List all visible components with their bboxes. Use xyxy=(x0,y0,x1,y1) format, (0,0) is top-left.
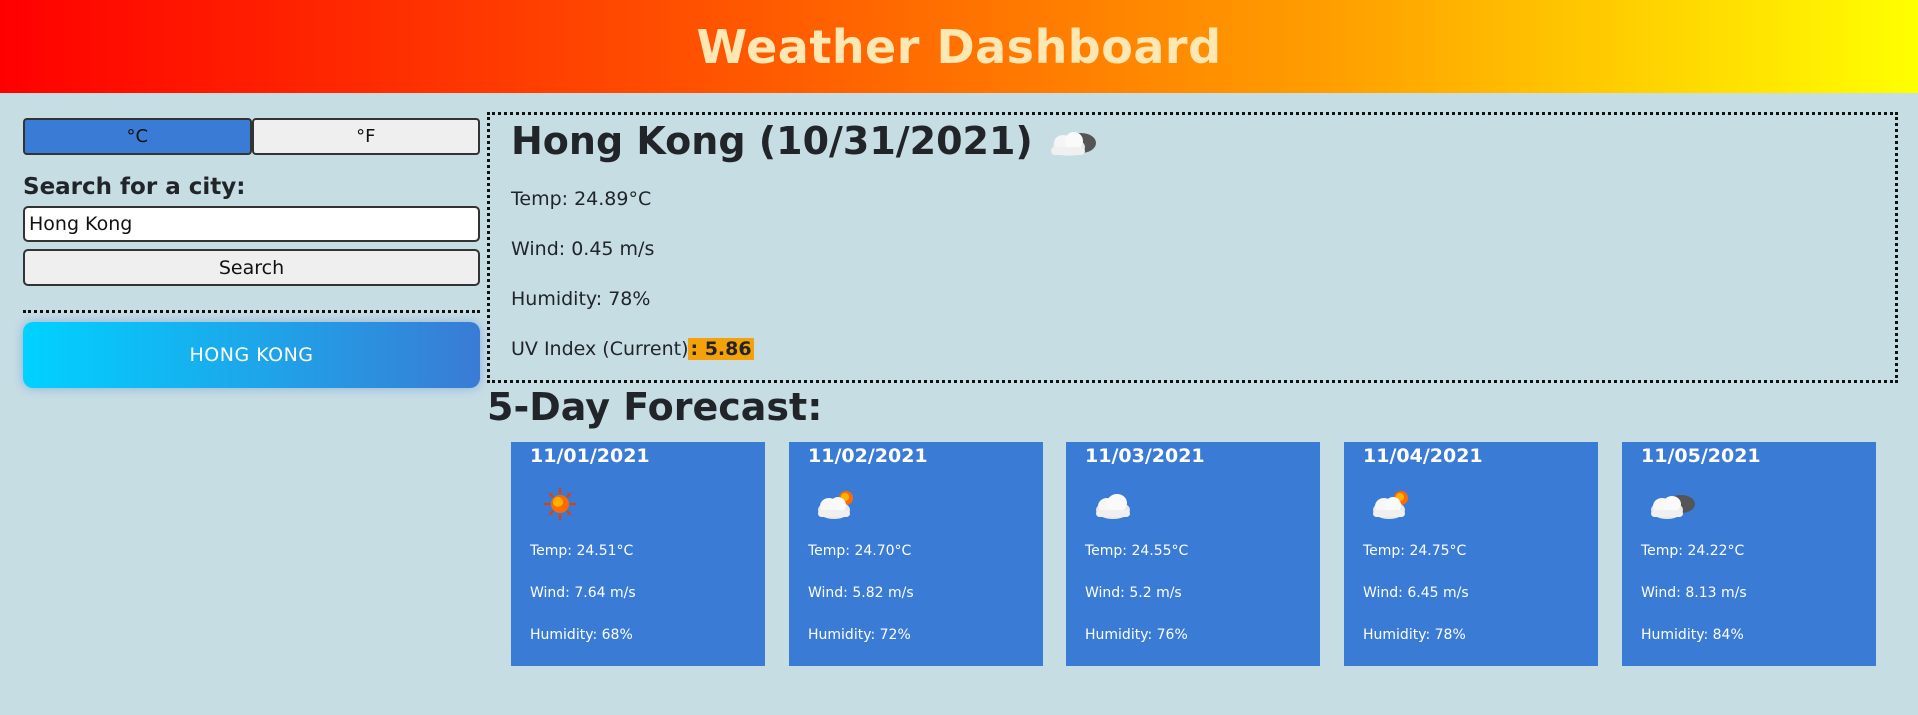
forecast-temp: Temp: 24.55°C xyxy=(1085,543,1189,559)
unit-toggle: °C °F xyxy=(23,118,480,155)
forecast-date: 11/03/2021 xyxy=(1085,445,1205,467)
forecast-wind: Wind: 5.2 m/s xyxy=(1085,585,1182,601)
search-label: Search for a city: xyxy=(23,174,246,200)
partly-cloudy-icon xyxy=(1373,491,1408,519)
cloud-icon xyxy=(1096,494,1130,519)
forecast-wind: Wind: 8.13 m/s xyxy=(1641,585,1747,601)
forecast-card: 11/03/2021 Temp: 24.55°C Wind: 5.2 m/s H… xyxy=(1066,442,1320,666)
forecast-date: 11/04/2021 xyxy=(1363,445,1483,467)
current-weather-panel: Hong Kong (10/31/2021) Temp: 24.89°C Win… xyxy=(487,112,1898,383)
forecast-temp: Temp: 24.22°C xyxy=(1641,543,1745,559)
broken-clouds-icon xyxy=(1651,495,1695,519)
forecast-humidity: Humidity: 78% xyxy=(1363,627,1466,643)
forecast-wind: Wind: 5.82 m/s xyxy=(808,585,914,601)
current-city-date: Hong Kong (10/31/2021) xyxy=(511,119,1033,163)
cloud-icon xyxy=(1050,132,1096,156)
forecast-humidity: Humidity: 68% xyxy=(530,627,633,643)
celsius-button[interactable]: °C xyxy=(23,118,252,155)
partly-cloudy-icon xyxy=(818,491,853,519)
forecast-title: 5-Day Forecast: xyxy=(487,385,823,429)
current-uv: UV Index (Current): 5.86 xyxy=(511,338,754,360)
forecast-card: 11/01/2021 Temp: 24.51°C Wind: 7.64 m/s … xyxy=(511,442,765,666)
divider xyxy=(23,310,480,313)
current-weather-heading: Hong Kong (10/31/2021) xyxy=(511,119,1101,163)
forecast-card: 11/02/2021 Temp: 24.70°C Wind: 5.82 m/s … xyxy=(789,442,1043,666)
forecast-wind: Wind: 6.45 m/s xyxy=(1363,585,1469,601)
current-humidity: Humidity: 78% xyxy=(511,288,651,310)
forecast-wind: Wind: 7.64 m/s xyxy=(530,585,636,601)
sun-icon xyxy=(544,488,576,520)
forecast-date: 11/05/2021 xyxy=(1641,445,1761,467)
search-input[interactable] xyxy=(23,206,480,242)
page-title: Weather Dashboard xyxy=(696,19,1222,74)
forecast-card: 11/05/2021 Temp: 24.22°C Wind: 8.13 m/s … xyxy=(1622,442,1876,666)
forecast-humidity: Humidity: 76% xyxy=(1085,627,1188,643)
uv-value-badge: : 5.86 xyxy=(688,338,754,360)
current-temp: Temp: 24.89°C xyxy=(511,188,652,210)
forecast-humidity: Humidity: 84% xyxy=(1641,627,1744,643)
fahrenheit-button[interactable]: °F xyxy=(251,118,480,155)
app-header: Weather Dashboard xyxy=(0,0,1918,93)
current-wind: Wind: 0.45 m/s xyxy=(511,238,655,260)
history-city-button[interactable]: HONG KONG xyxy=(23,322,480,388)
forecast-card: 11/04/2021 Temp: 24.75°C Wind: 6.45 m/s … xyxy=(1344,442,1598,666)
forecast-temp: Temp: 24.51°C xyxy=(530,543,634,559)
forecast-date: 11/01/2021 xyxy=(530,445,650,467)
forecast-temp: Temp: 24.75°C xyxy=(1363,543,1467,559)
search-button[interactable]: Search xyxy=(23,249,480,286)
forecast-humidity: Humidity: 72% xyxy=(808,627,911,643)
uv-label: UV Index (Current) xyxy=(511,338,689,360)
forecast-temp: Temp: 24.70°C xyxy=(808,543,912,559)
forecast-date: 11/02/2021 xyxy=(808,445,928,467)
